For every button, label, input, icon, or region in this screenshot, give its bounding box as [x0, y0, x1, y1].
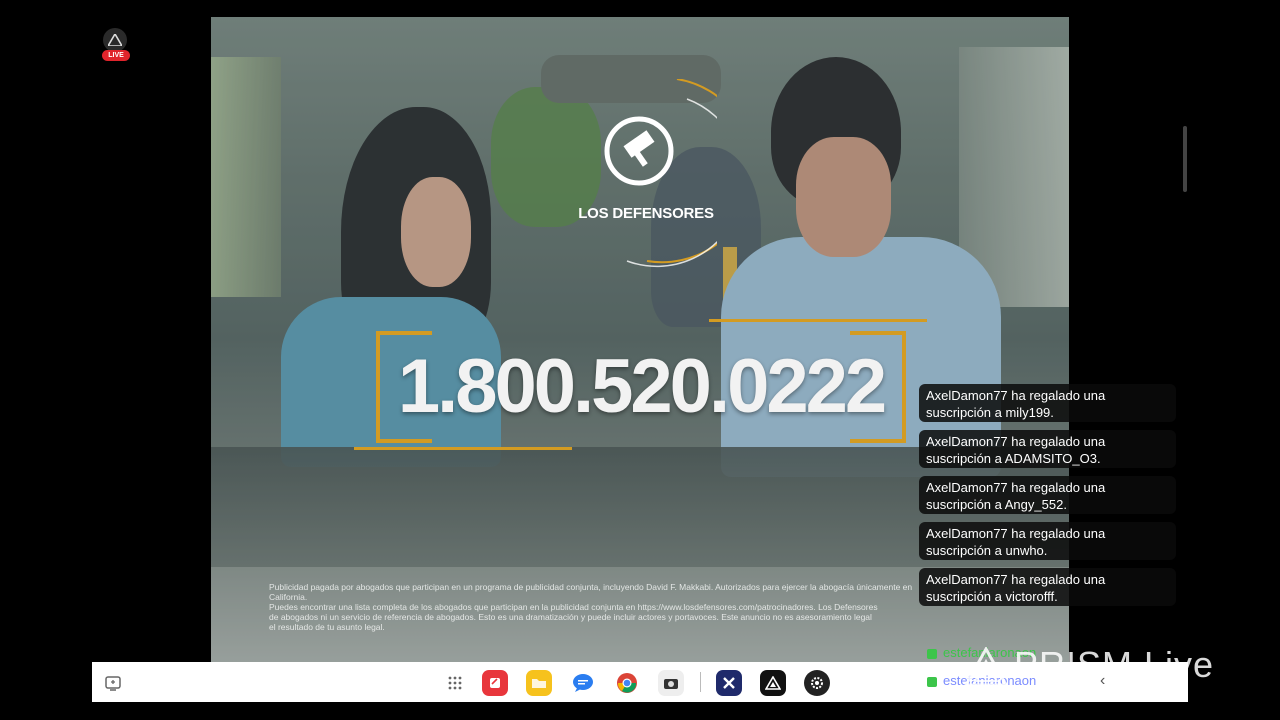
taskbar-divider	[700, 672, 701, 692]
chat-message-line: AxelDamon77 ha regalado una	[926, 480, 1106, 495]
settings-app-icon[interactable]	[804, 670, 830, 696]
scroll-indicator[interactable]	[1183, 126, 1187, 192]
phone-banner: 1.800.520.0222	[376, 329, 906, 443]
watermark-text: PRISM Live	[1014, 644, 1215, 685]
chat-message-line: suscripción a mily199.	[926, 405, 1054, 420]
chat-message-line: suscripción a unwho.	[926, 543, 1048, 558]
accent-line-top	[709, 319, 927, 322]
disclaimer-line: Puedes encontrar una lista completa de l…	[269, 602, 878, 612]
live-badge[interactable]: LIVE	[100, 28, 130, 62]
chat-message-line: AxelDamon77 ha regalado una	[926, 434, 1106, 449]
notes-app-icon[interactable]	[482, 670, 508, 696]
chat-message: AxelDamon77 ha regalado una suscripción …	[919, 384, 1176, 422]
disclaimer-line: el resultado de tu asunto legal.	[269, 622, 385, 632]
prism-app-icon[interactable]	[760, 670, 786, 696]
prism-live-watermark: PRISM Live	[964, 644, 1214, 687]
chrome-app-icon[interactable]	[614, 670, 640, 696]
prism-watermark-icon	[964, 647, 1008, 687]
accent-line-bottom	[354, 447, 572, 450]
xlink-app-icon[interactable]	[716, 670, 742, 696]
chat-message: AxelDamon77 ha regalado una suscripción …	[919, 476, 1176, 514]
brand-name: LOS DEFENSORES	[578, 205, 714, 222]
live-label: LIVE	[102, 50, 130, 61]
chat-message: AxelDamon77 ha regalado una suscripción …	[919, 522, 1176, 560]
disclaimer-line: Publicidad pagada por abogados que parti…	[269, 582, 913, 602]
recent-apps-icon[interactable]	[100, 670, 126, 696]
chat-message-line: AxelDamon77 ha regalado una	[926, 388, 1106, 403]
chat-message-line: suscripción a ADAMSITO_O3.	[926, 451, 1101, 466]
phone-number: 1.800.520.0222	[397, 344, 887, 429]
chat-message-line: AxelDamon77 ha regalado una	[926, 526, 1106, 541]
prism-logo-icon	[103, 28, 127, 52]
files-app-icon[interactable]	[526, 670, 552, 696]
disclaimer-line: de abogados ni un servicio de referencia…	[269, 612, 872, 622]
chat-message: AxelDamon77 ha regalado una suscripción …	[919, 568, 1176, 606]
user-badge-icon	[927, 648, 937, 659]
chat-message-line: suscripción a Angy_552.	[926, 497, 1067, 512]
user-badge-icon	[927, 676, 937, 687]
camera-app-icon[interactable]	[658, 670, 684, 696]
messages-app-icon[interactable]	[570, 670, 596, 696]
chat-message-line: AxelDamon77 ha regalado una	[926, 572, 1106, 587]
chat-message-line: suscripción a victorofff.	[926, 589, 1058, 604]
app-drawer-icon[interactable]	[442, 670, 468, 696]
chat-message: AxelDamon77 ha regalado una suscripción …	[919, 430, 1176, 468]
chat-overlay: AxelDamon77 ha regalado una suscripción …	[919, 384, 1176, 614]
legal-disclaimer: Publicidad pagada por abogados que parti…	[269, 582, 929, 632]
gavel-logo-icon	[604, 79, 717, 268]
